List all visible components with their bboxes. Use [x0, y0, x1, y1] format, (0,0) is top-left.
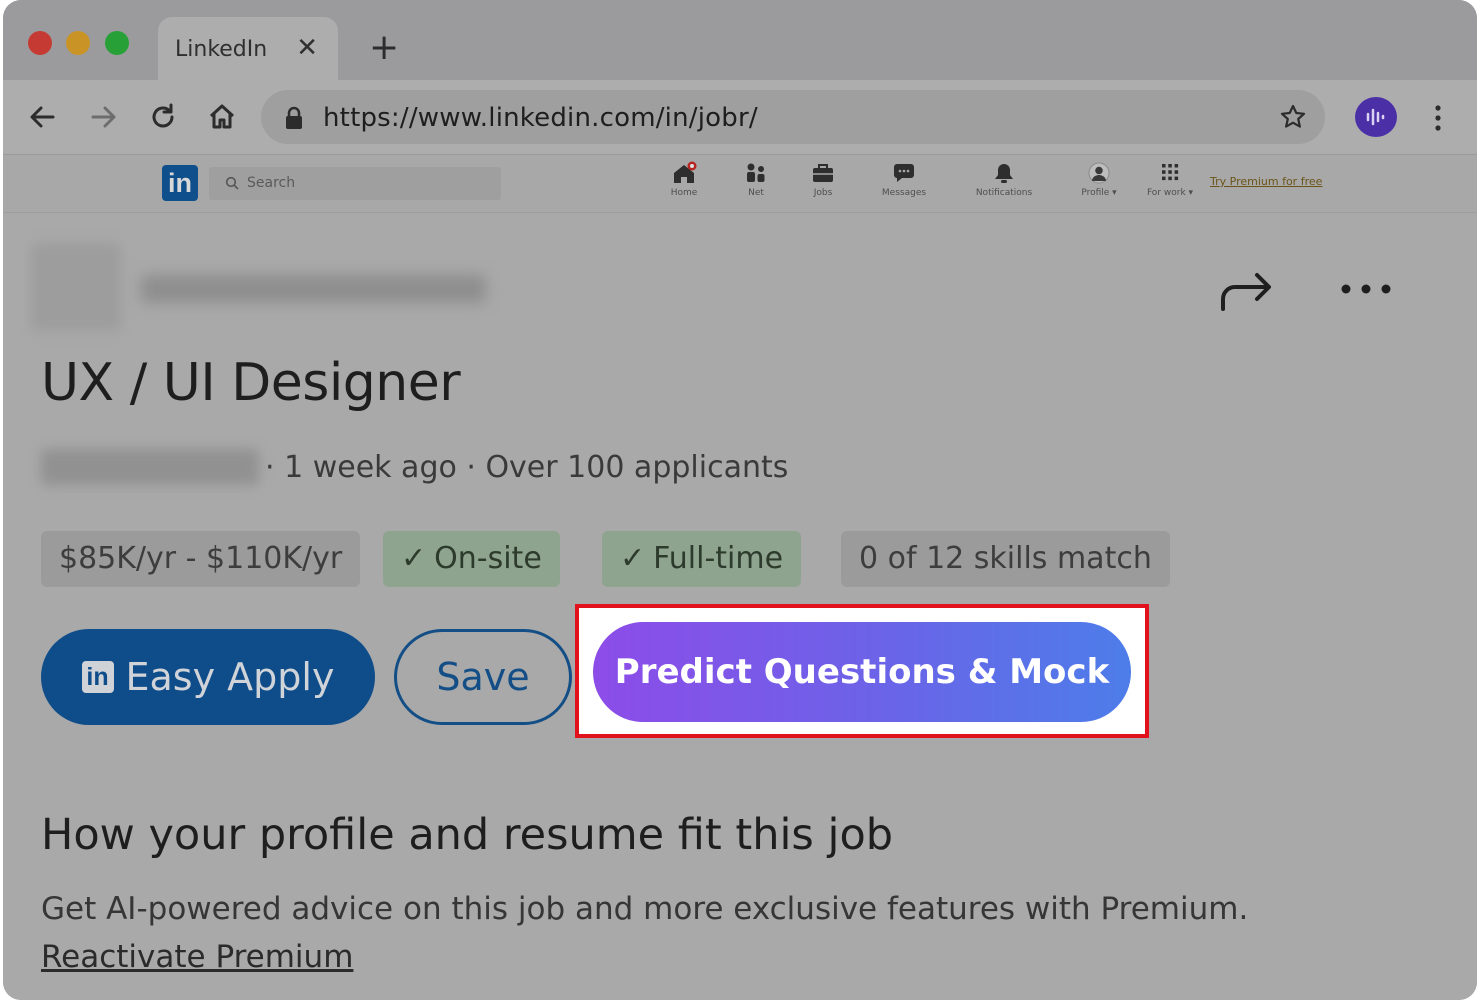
nav-item-messages[interactable]: Messages [875, 161, 933, 198]
job-details: UX / UI Designer · 1 week ago · Over 100… [3, 213, 1477, 1000]
linkedin-logo-icon: in [81, 660, 114, 693]
extension-icon[interactable] [1355, 97, 1397, 137]
reload-icon[interactable] [145, 99, 181, 135]
onsite-chip-label: On-site [434, 541, 542, 576]
nav-label-notifications: Notifications [975, 188, 1033, 198]
section-title: How your profile and resume fit this job [41, 810, 894, 860]
browser-toolbar: https://www.linkedin.com/in/jobr/ [3, 80, 1477, 155]
nav-item-notifications[interactable]: Notifications [969, 161, 1039, 198]
share-icon[interactable] [1217, 267, 1275, 313]
fulltime-chip: ✓ Full-time [602, 531, 802, 587]
grid-icon [1162, 164, 1179, 181]
back-arrow-icon[interactable] [25, 99, 61, 135]
network-icon [747, 163, 765, 182]
try-premium-link[interactable]: Try Premium for free [1210, 175, 1322, 188]
url-text[interactable]: https://www.linkedin.com/in/jobr/ [323, 103, 758, 133]
save-button[interactable]: Save [394, 629, 572, 725]
linkedin-logo[interactable]: in [162, 165, 198, 201]
home-icon [674, 161, 697, 183]
nav-item-jobs[interactable]: Jobs [803, 161, 843, 198]
search-icon [225, 176, 239, 190]
company-logo-redacted [31, 243, 121, 331]
avatar [1088, 162, 1110, 184]
browser-menu-icon[interactable] [1428, 100, 1448, 136]
waveform-icon [1366, 108, 1385, 126]
browser-window: LinkedIn ✕ + https://www.linkedin.com/in… [3, 0, 1477, 1000]
close-window-button[interactable] [28, 31, 52, 55]
bell-icon [995, 164, 1013, 183]
skills-match-label: 0 of 12 skills match [859, 541, 1152, 576]
linkedin-header: in Search Home Net Jobs Messages Notific… [3, 155, 1477, 213]
tab-linkedin[interactable]: LinkedIn ✕ [158, 17, 338, 80]
tab-strip: LinkedIn ✕ + [3, 0, 1477, 80]
section-description: Get AI-powered advice on this job and mo… [41, 885, 1421, 981]
tab-title: LinkedIn [175, 37, 268, 62]
nav-label-for-work: For work ▾ [1146, 188, 1194, 198]
nav-item-for-work[interactable]: For work ▾ [1141, 161, 1199, 198]
predict-questions-button[interactable]: Predict Questions & Mock [593, 622, 1131, 722]
job-meta: · 1 week ago · Over 100 applicants [265, 450, 789, 485]
nav-label-messages: Messages [881, 188, 927, 198]
location-redacted [41, 449, 259, 485]
description-text: Get AI-powered advice on this job and mo… [41, 891, 1249, 927]
nav-item-profile[interactable]: Profile ▾ [1075, 161, 1123, 198]
maximize-window-button[interactable] [105, 31, 129, 55]
skills-match-chip[interactable]: 0 of 12 skills match [841, 531, 1170, 587]
check-icon: ✓ [401, 541, 427, 576]
lock-icon[interactable] [283, 106, 305, 130]
nav-label-network: Net [748, 188, 764, 198]
minimize-window-button[interactable] [66, 31, 90, 55]
easy-apply-label: Easy Apply [125, 655, 335, 699]
nav-label-home: Home [670, 188, 698, 198]
more-options-icon[interactable] [1338, 279, 1394, 299]
home-icon[interactable] [204, 99, 240, 135]
address-bar[interactable]: https://www.linkedin.com/in/jobr/ [261, 90, 1325, 144]
company-name-redacted [141, 275, 486, 303]
nav-item-home[interactable]: Home [662, 161, 706, 198]
search-input[interactable]: Search [209, 167, 501, 200]
close-tab-icon[interactable]: ✕ [296, 33, 318, 63]
nav-label-profile: Profile ▾ [1081, 188, 1117, 198]
nav-label-jobs: Jobs [813, 188, 833, 198]
highlight-box: Predict Questions & Mock [575, 604, 1149, 738]
messages-icon [894, 164, 914, 182]
briefcase-icon [813, 164, 833, 182]
new-tab-button[interactable]: + [369, 30, 399, 66]
forward-arrow-icon[interactable] [85, 99, 121, 135]
search-placeholder: Search [247, 175, 296, 191]
easy-apply-button[interactable]: in Easy Apply [41, 629, 375, 725]
fulltime-chip-label: Full-time [653, 541, 784, 576]
reactivate-premium-link[interactable]: Reactivate Premium [41, 939, 353, 975]
check-icon: ✓ [620, 541, 646, 576]
onsite-chip: ✓ On-site [383, 531, 560, 587]
job-title: UX / UI Designer [41, 353, 461, 413]
bookmark-star-icon[interactable] [1279, 103, 1307, 131]
salary-chip: $85K/yr - $110K/yr [41, 531, 361, 587]
salary-chip-label: $85K/yr - $110K/yr [59, 541, 343, 576]
nav-item-network[interactable]: Net [736, 161, 776, 198]
